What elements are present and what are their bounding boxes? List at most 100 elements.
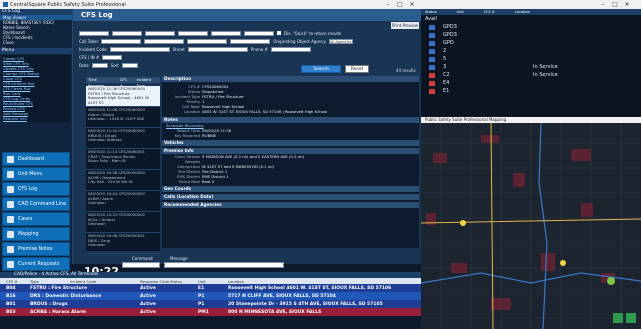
incident-card[interactable]: 06/03/20 10:58 CFS20050004 ACHR / Harassm… — [86, 170, 160, 191]
col-header[interactable]: Incident Code — [70, 279, 140, 284]
phone-label: Phone # — [250, 46, 268, 52]
col-header[interactable]: Location — [228, 279, 244, 284]
cad-command-line-button[interactable]: CAD Command Line — [2, 197, 70, 211]
mapping-button[interactable]: Mapping — [2, 227, 70, 241]
cfs-cell-unit: E1 — [198, 285, 205, 291]
col-header[interactable]: Status — [425, 9, 436, 15]
agency-select[interactable] — [144, 38, 185, 44]
unit-vehicle-icon — [429, 64, 435, 70]
date-field[interactable] — [91, 62, 108, 68]
unit-group-avail[interactable]: Avail — [421, 15, 641, 23]
calls-header: Calls (Location Data) — [162, 194, 419, 200]
unit-row[interactable]: 5 — [421, 55, 641, 63]
col-header[interactable]: Unit — [198, 279, 228, 284]
command-input[interactable] — [122, 262, 160, 268]
unit-row[interactable]: E1 — [421, 87, 641, 95]
print-preview-button[interactable]: Print Preview — [391, 22, 419, 29]
col-time[interactable]: Time Reported — [88, 77, 114, 88]
time-to-field[interactable] — [178, 30, 208, 36]
zoom-out-icon[interactable] — [626, 313, 636, 323]
results-count: 44 results — [396, 68, 416, 73]
beat-select[interactable] — [187, 38, 228, 44]
incident-card[interactable]: 06/03/20 11:14 CFS20060001 CRAT / Suspici… — [86, 149, 160, 170]
cases-button[interactable]: Cases — [2, 212, 70, 226]
sort-field[interactable] — [121, 62, 138, 68]
nav-item-close[interactable]: Close — [0, 40, 72, 45]
dashboard-button[interactable]: Dashboard — [2, 152, 70, 166]
col-header[interactable]: CFS # — [0, 279, 30, 284]
minimize-icon[interactable]: – — [383, 0, 393, 9]
unit-row[interactable]: 3 In Service — [421, 63, 641, 71]
sort-filter[interactable] — [244, 30, 274, 36]
premise-notes-button[interactable]: Premise Notes — [2, 242, 70, 256]
message-input[interactable] — [164, 262, 284, 268]
unit-minimize-icon[interactable]: – — [598, 0, 608, 9]
date-from-field[interactable] — [79, 30, 109, 36]
call-taker-select[interactable] — [101, 38, 142, 44]
incident-card[interactable]: 06/03/20 11:44 CFS20060002 BRDUS / Drugs U… — [86, 128, 160, 149]
incident-card[interactable]: 06/03/20 10:44 CFS20050003 ALRM / Alarm Un… — [86, 191, 160, 212]
col-header[interactable]: Location — [515, 9, 530, 15]
col-header[interactable]: Unit — [456, 9, 463, 15]
map-panel[interactable]: Public Safety Suite Professional Mapping — [421, 117, 641, 329]
active-cfs-row[interactable]: B04 FSTRU : Fire Structure Active E1 Rooseve… — [0, 284, 421, 292]
unit-marker[interactable] — [560, 260, 566, 266]
status-filter[interactable] — [211, 30, 241, 36]
filter-row-3: Incident Code Street Phone # — [73, 45, 421, 53]
originating-agency-select[interactable]: All Agencies — [328, 38, 353, 44]
col-header[interactable]: CFS # — [484, 9, 495, 15]
cfs-log-button[interactable]: CFS Log — [2, 182, 70, 196]
unit-name: E4 — [443, 80, 450, 86]
cfs-num-field[interactable] — [102, 54, 123, 60]
page-title: CFS Log — [73, 9, 421, 21]
incident-line: Unknown — [88, 221, 106, 227]
unit-name: E1 — [443, 88, 450, 94]
quick-checkbox[interactable] — [277, 31, 281, 35]
unit-marker[interactable] — [460, 220, 466, 226]
active-cfs-row[interactable]: B01 BRDUS : Drugs Active P1 20 Stonepointe D… — [0, 300, 421, 308]
unit-row[interactable]: C2 In Service — [421, 71, 641, 79]
unit-row[interactable]: E4 — [421, 79, 641, 87]
time-from-field[interactable] — [145, 30, 175, 36]
incident-line: Unknown Address — [88, 137, 122, 143]
unit-row[interactable]: 2 — [421, 47, 641, 55]
incident-code-field[interactable] — [109, 46, 170, 52]
unit-menu-button[interactable]: Unit Menu — [2, 167, 70, 181]
unit-maximize-icon[interactable]: □ — [610, 0, 620, 9]
cfs-num-label: CFS / IN # — [79, 54, 100, 60]
unit-row[interactable]: GPD3 — [421, 23, 641, 31]
col-header[interactable]: Status — [170, 279, 198, 284]
map-canvas[interactable] — [421, 123, 641, 329]
search-button[interactable]: Search — [301, 65, 341, 73]
zoom-in-icon[interactable] — [613, 313, 623, 323]
reset-button[interactable]: Reset — [345, 65, 369, 73]
unit-close-icon[interactable]: ✕ — [622, 0, 632, 9]
date-to-field[interactable] — [112, 30, 142, 36]
nav-link[interactable]: Request Info — [3, 116, 69, 121]
col-cfs[interactable]: CFS # — [120, 77, 131, 88]
close-icon[interactable]: ✕ — [407, 0, 417, 9]
unit-name: GPD3 — [443, 32, 457, 38]
col-type[interactable]: Incident Type — [137, 77, 160, 88]
incident-card[interactable]: 06/03/20 11:36 CFS20060004 FSTRU / Fire S… — [86, 86, 160, 107]
current-requests-button[interactable]: Current Requests — [2, 257, 70, 271]
cfs-cell-code: BRDUS : Drugs — [30, 301, 68, 307]
unit-row[interactable]: GPD — [421, 39, 641, 47]
phone-field[interactable] — [270, 46, 311, 52]
col-header[interactable]: Type — [30, 279, 70, 284]
col-header[interactable]: Response Code — [140, 279, 170, 284]
unit-row[interactable]: GPD3 — [421, 31, 641, 39]
street-field[interactable] — [187, 46, 248, 52]
incident-card[interactable]: 06/03/20 11:08 CFS20060003 Alarm / Alarm U… — [86, 107, 160, 128]
unit-vehicle-icon — [429, 24, 435, 30]
maximize-icon[interactable]: □ — [395, 0, 405, 9]
kv-key: Location — [183, 109, 200, 114]
incident-marker[interactable] — [607, 277, 615, 285]
incident-card[interactable]: 06/03/20 10:22 CFS20050002 ACAL / Animal U… — [86, 212, 160, 233]
unit-vehicle-icon — [429, 80, 435, 86]
call-taker-label: Call Taker — [79, 38, 99, 44]
incident-card[interactable]: 06/03/20 10:06 CFS20050001 DRIS / Drug Unk… — [86, 233, 160, 254]
active-cfs-row[interactable]: B03 ACRBA : Harass Alarm Active PM1 800 N MI… — [0, 308, 421, 316]
personnel-select[interactable] — [230, 38, 271, 44]
active-cfs-row[interactable]: B16 DRS : Domestic Disturbance Active P1 571… — [0, 292, 421, 300]
